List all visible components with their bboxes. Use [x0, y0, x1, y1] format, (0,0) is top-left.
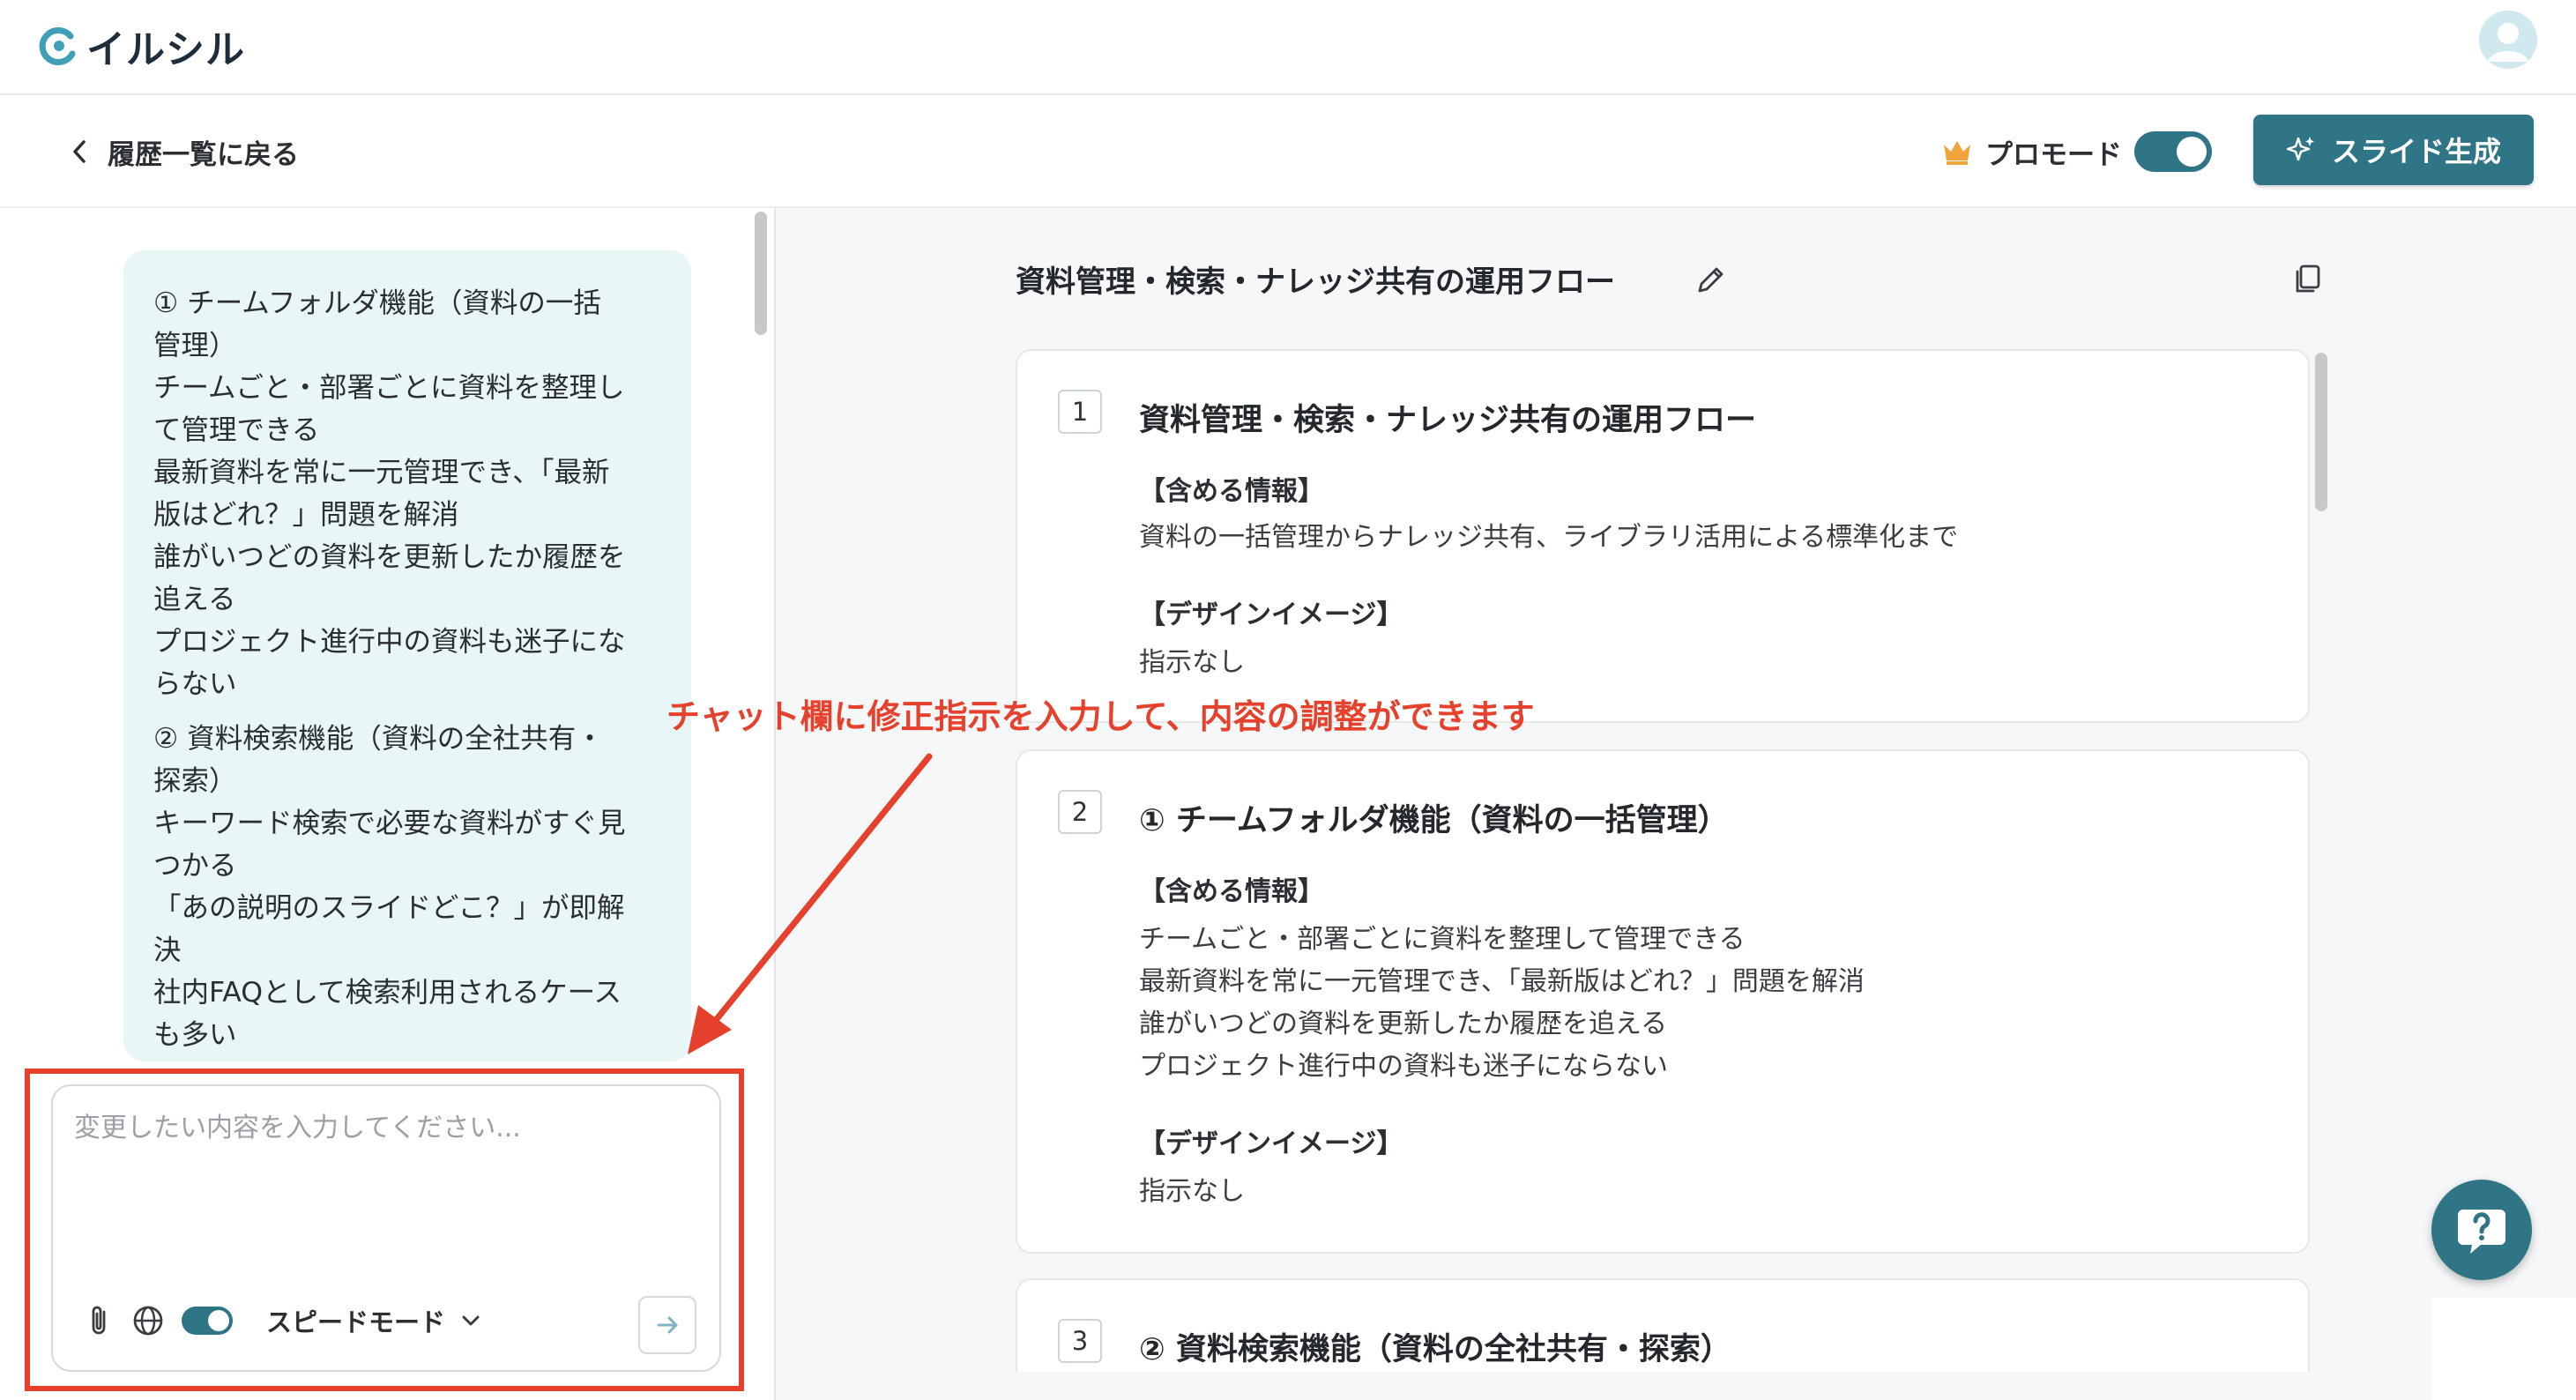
info-heading: 【含める情報】	[1139, 476, 1324, 507]
bubble-line: 「あの説明のスライドどこ？」が即解	[153, 892, 625, 924]
avatar-icon	[2479, 11, 2537, 69]
bubble-line: チームごと・部署ごとに資料を整理し	[153, 372, 625, 404]
outline-scrollbar[interactable]	[2315, 353, 2327, 511]
help-corner-bg	[2431, 1298, 2576, 1400]
chat-scrollbar[interactable]	[755, 212, 767, 335]
top-bar	[0, 0, 2576, 95]
bubble-line: プロジェクト進行中の資料も迷子にな	[153, 626, 626, 658]
slide-title: 資料管理・検索・ナレッジ共有の運用フロー	[1139, 403, 1757, 438]
outline-bottom-mask	[776, 1372, 2576, 1400]
logo-icon	[39, 27, 76, 65]
bubble-line: 社内FAQとして検索利用されるケース	[153, 977, 622, 1009]
bubble-line: て管理できる	[153, 414, 320, 446]
bubble-block-2: ② 資料検索機能（資料の全社共有・ 探索） キーワード検索で必要な資料がすぐ見 …	[153, 718, 665, 1056]
design-heading: 【デザインイメージ】	[1139, 599, 1403, 630]
edit-icon[interactable]	[1693, 263, 1728, 298]
annotation-text: チャット欄に修正指示を入力して、内容の調整ができます	[666, 697, 1535, 736]
sparkle-icon	[2286, 137, 2314, 161]
help-button[interactable]	[2431, 1180, 2532, 1280]
slide-number: 2	[1058, 790, 1102, 834]
copy-icon[interactable]	[2290, 261, 2326, 296]
chevron-left-icon	[73, 140, 86, 163]
info-line: 資料の一括管理からナレッジ共有、ライブラリ活用による標準化まで	[1139, 522, 1959, 553]
document-title: 資料管理・検索・ナレッジ共有の運用フロー	[1016, 264, 1615, 300]
pro-mode-label: プロモード	[1985, 138, 2122, 171]
bubble-line: 探索）	[153, 765, 237, 797]
bubble-line: 追える	[153, 584, 236, 615]
generate-slides-button[interactable]: スライド生成	[2253, 115, 2534, 185]
info-line: プロジェクト進行中の資料も迷子にならない	[1139, 1051, 1668, 1082]
slide-title: ② 資料検索機能（資料の全社共有・探索）	[1139, 1332, 1731, 1367]
info-line: 誰がいつどの資料を更新したか履歴を追える	[1139, 1009, 1668, 1039]
avatar[interactable]	[2479, 11, 2537, 69]
bubble-line: 誰がいつどの資料を更新したか履歴を	[153, 541, 626, 573]
back-label: 履歴一覧に戻る	[108, 138, 299, 171]
help-icon	[2458, 1210, 2505, 1254]
slide-card-3[interactable]: 3 ② 資料検索機能（資料の全社共有・探索）	[1016, 1278, 2310, 1377]
bubble-block-1: ① チームフォルダ機能（資料の一括 管理） チームごと・部署ごとに資料を整理し …	[153, 282, 665, 705]
design-heading: 【デザインイメージ】	[1139, 1128, 1403, 1159]
brand-name: イルシル	[86, 27, 245, 72]
bubble-line: 最新資料を常に一元管理でき、「最新	[153, 457, 610, 488]
bubble-line: 決	[153, 935, 182, 966]
bubble-line: 版はどれ？」問題を解消	[153, 499, 459, 531]
design-text: 指示なし	[1139, 647, 1245, 678]
generate-button-label: スライド生成	[2331, 135, 2501, 168]
app-logo[interactable]: イルシル	[35, 19, 245, 72]
info-line: 最新資料を常に一元管理でき、「最新版はどれ？」問題を解消	[1139, 966, 1865, 997]
bubble-line: 管理）	[153, 330, 237, 361]
pro-mode-toggle[interactable]	[2134, 131, 2212, 172]
slide-number: 3	[1058, 1319, 1102, 1363]
pro-mode-group: プロモード	[1941, 129, 2212, 175]
crown-icon	[1944, 141, 1970, 165]
info-line: チームごと・部署ごとに資料を整理して管理できる	[1139, 924, 1746, 955]
bubble-line: ① チームフォルダ機能（資料の一括	[153, 287, 601, 319]
slide-card-1[interactable]: 1 資料管理・検索・ナレッジ共有の運用フロー 【含める情報】 資料の一括管理から…	[1016, 349, 2310, 723]
bubble-line: も多い	[153, 1019, 237, 1051]
annotation-arrow	[688, 753, 933, 1054]
bubble-line: ② 資料検索機能（資料の全社共有・	[153, 723, 604, 755]
bubble-line: らない	[153, 668, 237, 700]
bubble-line: つかる	[153, 850, 237, 882]
slide-number: 1	[1058, 390, 1102, 434]
slide-card-2[interactable]: 2 ① チームフォルダ機能（資料の一括管理） 【含める情報】 チームごと・部署ご…	[1016, 749, 2310, 1254]
info-heading: 【含める情報】	[1139, 876, 1324, 907]
bubble-line: キーワード検索で必要な資料がすぐ見	[153, 808, 626, 839]
back-to-history-link[interactable]: 履歴一覧に戻る	[71, 129, 299, 175]
design-text: 指示なし	[1139, 1176, 1245, 1207]
slide-title: ① チームフォルダ機能（資料の一括管理）	[1139, 803, 1729, 838]
chat-message-bubble: ① チームフォルダ機能（資料の一括 管理） チームごと・部署ごとに資料を整理し …	[123, 250, 691, 1061]
input-highlight-box	[25, 1069, 744, 1391]
